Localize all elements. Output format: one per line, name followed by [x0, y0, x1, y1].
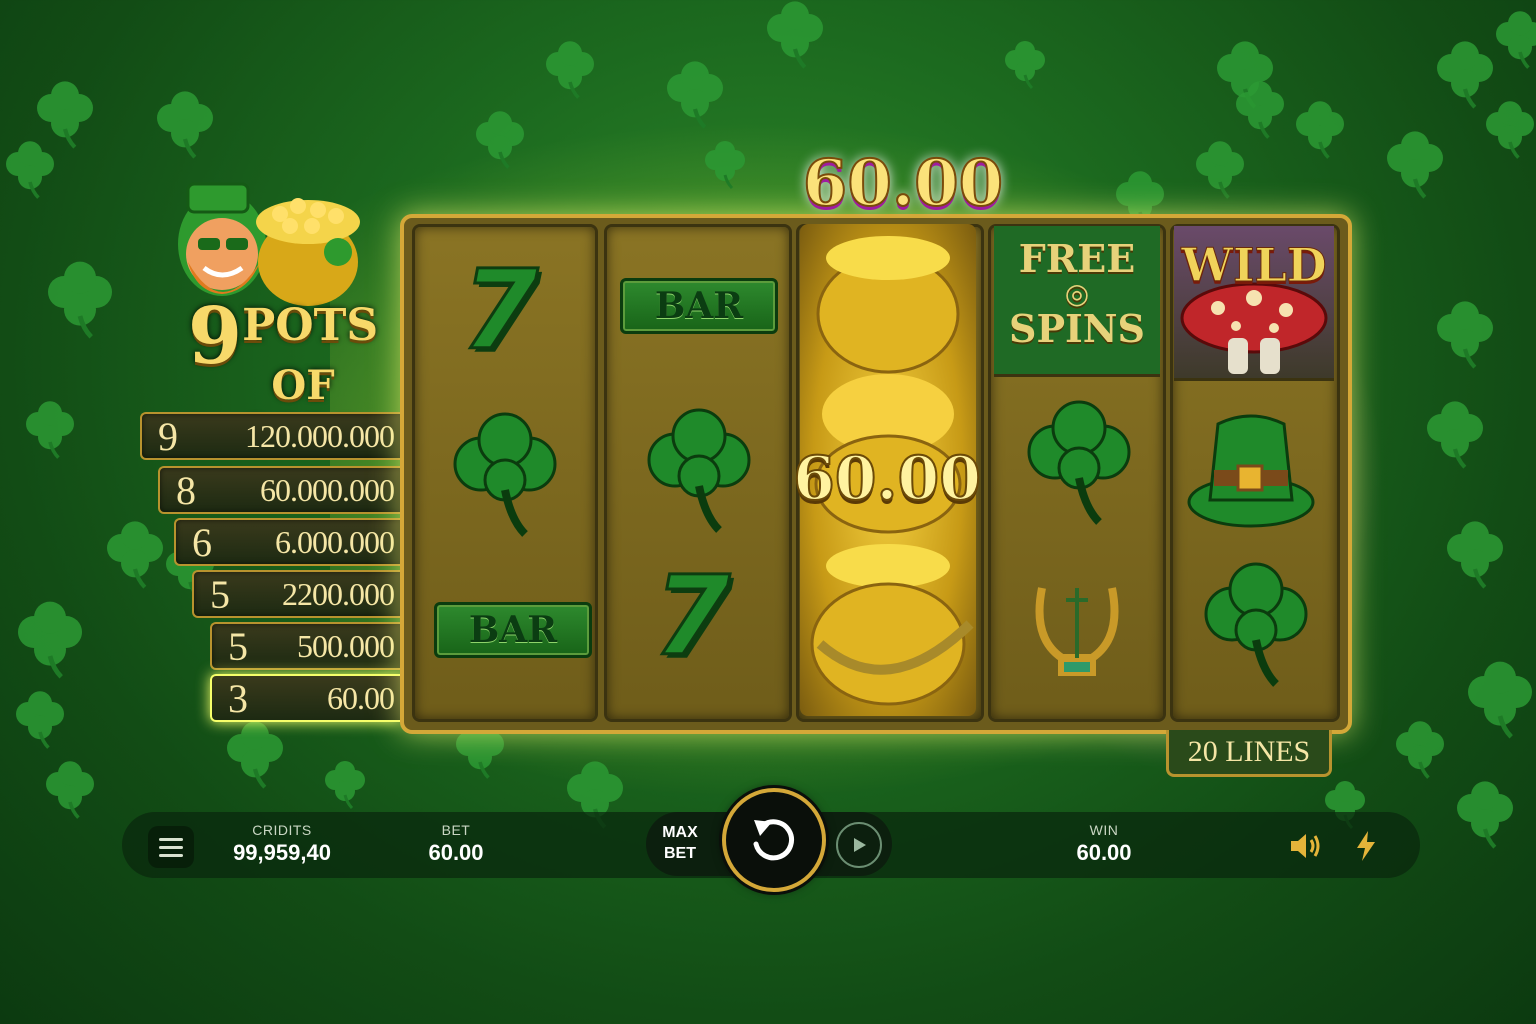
free-spins-label: FREE ◎ SPINS — [994, 238, 1160, 350]
win-value: 60.00 — [1076, 840, 1132, 865]
jackpot-value: 6.000.000 — [275, 523, 395, 560]
clover-icon — [150, 90, 220, 160]
seven-symbol: 7 — [652, 551, 732, 682]
win-display: WIN 60.00 — [1054, 822, 1154, 866]
menu-icon — [159, 837, 183, 841]
clover-icon — [1210, 40, 1280, 110]
clover-icon — [0, 140, 60, 200]
clover-icon — [20, 400, 80, 460]
clover-icon — [100, 520, 170, 590]
clover-icon — [10, 600, 90, 680]
spins-label: SPINS — [1009, 306, 1145, 351]
bar-symbol: BAR — [434, 602, 592, 658]
clover-icon — [1014, 398, 1144, 528]
jackpot-row: 3 60.00 — [210, 674, 400, 722]
reel-win-amount: 60.00 — [792, 443, 982, 515]
spin-icon — [753, 819, 794, 861]
bet-value: 60.00 — [428, 840, 484, 865]
jackpot-value: 60.000.000 — [260, 471, 395, 508]
clover-icon — [1450, 780, 1520, 850]
credits-display: CRIDITS 99,959,40 — [222, 822, 342, 866]
turbo-button[interactable] — [1346, 826, 1386, 866]
logo-number: 9 — [187, 291, 243, 382]
clover-icon — [660, 60, 730, 130]
free-spins-circle-icon: ◎ — [1064, 277, 1090, 310]
sound-button[interactable] — [1286, 826, 1326, 866]
clover-icon — [10, 690, 70, 750]
jackpot-count: 9 — [158, 413, 178, 459]
clover-icon — [1290, 100, 1350, 160]
clover-icon — [634, 406, 764, 536]
turbo-icon — [1357, 831, 1375, 861]
bar-symbol: BAR — [620, 278, 778, 334]
wild-label: WILD — [1181, 238, 1327, 293]
clover-icon — [1440, 520, 1510, 590]
max-bet-line1: MAX — [662, 824, 698, 841]
paylines-indicator: 20 LINES — [1166, 730, 1332, 777]
jackpot-row: 6 6.000.000 — [174, 518, 400, 566]
jackpot-count: 5 — [228, 623, 248, 669]
seven-symbol: 7 — [460, 245, 540, 376]
autoplay-button[interactable] — [836, 822, 882, 868]
max-bet-button[interactable]: MAX BET — [652, 822, 708, 864]
jackpot-value: 120.000.000 — [245, 417, 395, 454]
clover-icon — [540, 40, 600, 100]
clover-icon — [470, 110, 530, 170]
clover-icon — [1430, 300, 1500, 370]
clover-icon — [320, 760, 370, 810]
clover-icon — [1196, 560, 1316, 690]
jackpot-row: 8 60.000.000 — [158, 466, 400, 514]
lyre-icon — [1022, 568, 1132, 688]
clover-icon — [30, 80, 100, 150]
jackpot-value: 2200.000 — [282, 575, 395, 612]
jackpot-row: 5 2200.000 — [192, 570, 400, 618]
sound-icon — [1291, 834, 1320, 858]
credits-label: CRIDITS — [252, 822, 312, 838]
max-bet-line2: BET — [664, 845, 696, 862]
clover-icon — [1420, 400, 1490, 470]
clover-icon — [1430, 40, 1500, 110]
bet-display[interactable]: BET 60.00 — [406, 822, 506, 866]
clover-icon — [220, 720, 290, 790]
menu-button[interactable] — [148, 826, 194, 868]
spin-button[interactable] — [722, 788, 826, 892]
clover-icon — [440, 410, 570, 540]
jackpot-value: 500.000 — [297, 627, 395, 664]
clover-icon — [40, 760, 100, 820]
total-win-amount: 60.00 — [802, 145, 1004, 222]
jackpot-count: 5 — [210, 571, 230, 617]
win-label: WIN — [1089, 822, 1119, 838]
jackpot-count: 3 — [228, 675, 248, 721]
clover-icon — [1000, 40, 1050, 90]
logo-pots: POTS — [242, 300, 379, 351]
clover-icon — [1480, 100, 1536, 160]
bet-label: BET — [441, 822, 471, 838]
clover-icon — [40, 260, 120, 340]
jackpot-row: 9 120.000.000 — [140, 412, 400, 460]
clover-icon — [1490, 10, 1536, 70]
clover-icon — [760, 0, 830, 70]
jackpot-count: 8 — [176, 467, 196, 513]
leprechaun-hat-icon — [1184, 404, 1318, 534]
credits-value: 99,959,40 — [233, 840, 331, 865]
jackpot-row: 5 500.000 — [210, 622, 400, 670]
jackpot-count: 6 — [192, 519, 212, 565]
free-label: FREE — [1018, 236, 1136, 281]
game-logo: 9POTS OF GOLD — [168, 182, 398, 456]
autoplay-icon — [854, 838, 866, 852]
clover-icon — [1230, 80, 1290, 140]
clover-icon — [700, 140, 750, 190]
jackpot-value: 60.00 — [327, 679, 395, 716]
clover-icon — [1460, 660, 1536, 740]
